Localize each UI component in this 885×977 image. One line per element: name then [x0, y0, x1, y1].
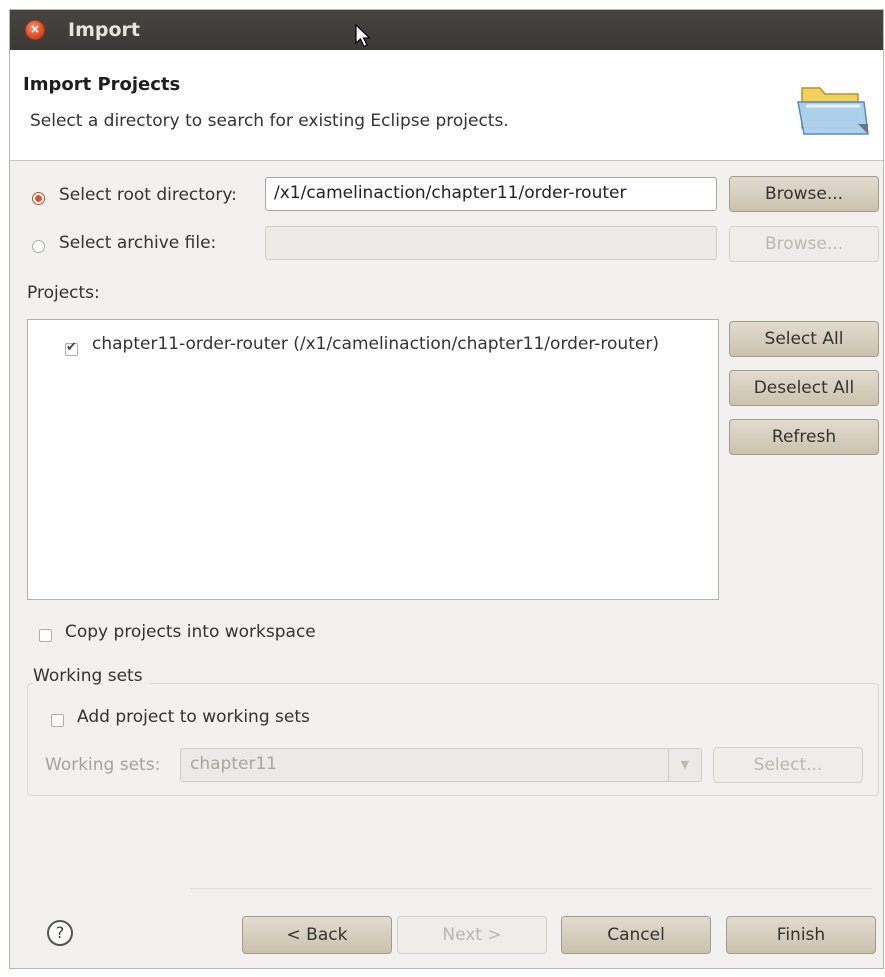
chevron-down-icon[interactable]: ▼ [668, 749, 701, 781]
window-title: Import [68, 19, 140, 41]
archive-file-label: Select archive file: [59, 233, 217, 253]
back-button[interactable]: < Back [242, 916, 392, 954]
archive-file-radio[interactable] [32, 240, 45, 253]
browse-directory-button[interactable]: Browse... [729, 176, 879, 212]
close-icon[interactable]: × [25, 20, 45, 40]
import-dialog: × Import Import Projects Select a direct… [9, 9, 884, 969]
working-sets-group-label: Working sets [33, 666, 149, 686]
projects-label: Projects: [27, 283, 100, 303]
root-directory-radio[interactable] [32, 192, 45, 205]
projects-list[interactable]: chapter11-order-router (/x1/camelinactio… [27, 319, 719, 600]
select-working-sets-button[interactable]: Select... [713, 747, 863, 783]
wizard-header: Import Projects Select a directory to se… [10, 50, 883, 161]
working-sets-combo[interactable]: chapter11 ▼ [180, 748, 702, 782]
root-directory-field[interactable]: /x1/camelinaction/chapter11/order-router [265, 177, 717, 211]
refresh-button[interactable]: Refresh [729, 419, 879, 455]
folder-icon [797, 87, 869, 135]
archive-file-field[interactable] [265, 226, 717, 260]
mouse-cursor-icon [355, 24, 371, 48]
next-button[interactable]: Next > [397, 916, 547, 954]
browse-archive-button[interactable]: Browse... [729, 226, 879, 262]
copy-projects-label[interactable]: Copy projects into workspace [65, 622, 316, 642]
page-title: Import Projects [23, 74, 181, 95]
footer-separator [190, 888, 872, 889]
working-sets-combo-value: chapter11 [190, 754, 278, 774]
page-description: Select a directory to search for existin… [30, 111, 509, 131]
help-icon[interactable]: ? [47, 920, 73, 946]
select-all-button[interactable]: Select All [729, 321, 879, 357]
add-to-working-sets-checkbox[interactable] [51, 714, 64, 727]
root-directory-label: Select root directory: [59, 185, 237, 205]
finish-button[interactable]: Finish [726, 916, 876, 954]
copy-projects-checkbox[interactable] [39, 629, 52, 642]
add-to-working-sets-label[interactable]: Add project to working sets [77, 707, 310, 727]
working-sets-field-label: Working sets: [45, 755, 161, 775]
cancel-button[interactable]: Cancel [561, 916, 711, 954]
project-checkbox[interactable] [65, 340, 78, 356]
deselect-all-button[interactable]: Deselect All [729, 370, 879, 406]
title-bar[interactable]: × Import [10, 10, 883, 50]
project-list-item[interactable]: chapter11-order-router (/x1/camelinactio… [92, 334, 659, 354]
